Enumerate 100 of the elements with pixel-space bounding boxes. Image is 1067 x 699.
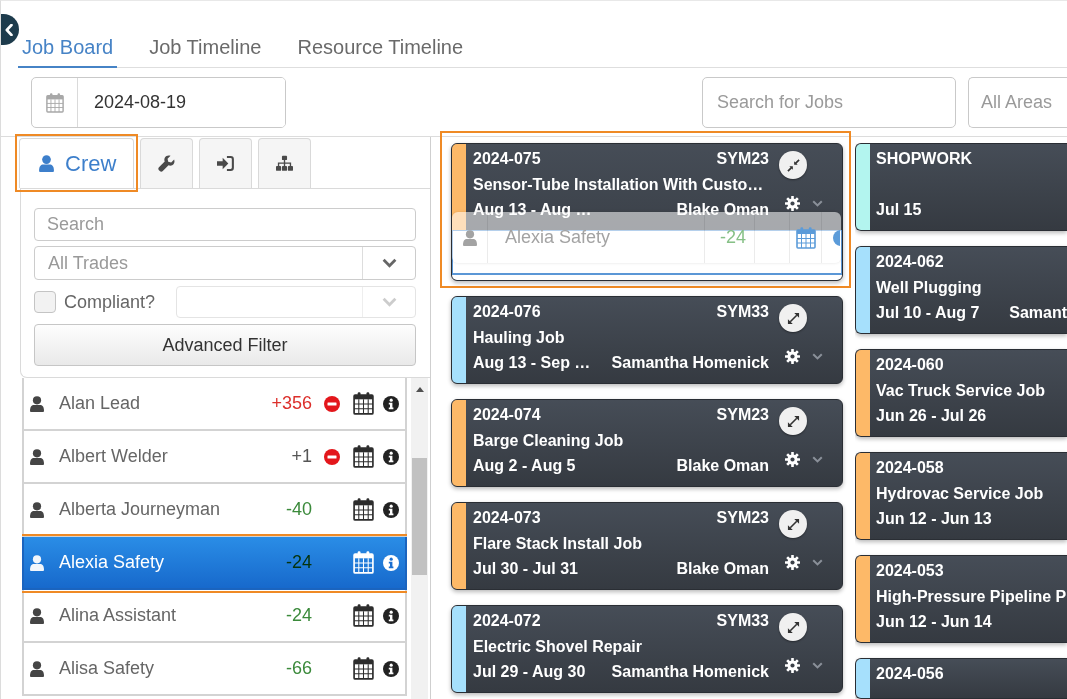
chevron-down-icon[interactable]: [812, 353, 823, 360]
job-card[interactable]: 2024-060 Vac Truck Service Job Jun 26 - Jul 26: [855, 349, 1067, 437]
sitemap-icon: [276, 155, 294, 172]
job-dates: Jul 10 - Aug 7: [876, 303, 980, 323]
job-id: 2024-074: [473, 405, 541, 425]
calendar-icon[interactable]: [353, 657, 374, 680]
settings-icon[interactable]: [785, 658, 800, 673]
job-id: 2024-073: [473, 508, 541, 528]
job-card[interactable]: 2024-072 SYM33 Electric Shovel Repair Jul 29 - Aug 30 Samantha Homenick: [451, 605, 843, 693]
job-code: SYM23: [716, 149, 769, 169]
job-title: Hauling Job: [473, 327, 565, 348]
chevron-down-icon[interactable]: [812, 559, 823, 566]
person-icon: [30, 660, 44, 677]
calendar-icon[interactable]: [353, 604, 374, 627]
job-id: 2024-058: [876, 458, 944, 478]
job-assignee: Samant: [1009, 303, 1067, 323]
job-assignee: Blake Oman: [676, 456, 769, 476]
crew-row[interactable]: Alina Assistant -24: [22, 590, 407, 643]
settings-icon[interactable]: [785, 555, 800, 570]
crew-row[interactable]: Alisa Safety -66: [22, 643, 407, 696]
tab[interactable]: Job Timeline: [145, 29, 266, 68]
person-icon: [30, 554, 44, 571]
tab[interactable]: Resource Timeline: [293, 29, 468, 68]
expand-button[interactable]: [779, 613, 807, 641]
info-icon[interactable]: [383, 448, 399, 465]
diagonal-arrows-icon: [786, 620, 800, 634]
calendar-icon[interactable]: [353, 498, 374, 521]
settings-icon[interactable]: [785, 349, 800, 364]
job-card[interactable]: 2024-062 Well Plugging Jul 10 - Aug 7 Samant: [855, 246, 1067, 334]
chevron-down-icon[interactable]: [812, 662, 823, 669]
panel-tab[interactable]: [258, 138, 312, 188]
panel-tab[interactable]: [140, 138, 194, 188]
job-code: SYM33: [716, 302, 769, 322]
job-card[interactable]: 2024-076 SYM33 Hauling Job Aug 13 - Sep … Samantha Homenick: [451, 296, 843, 384]
info-icon[interactable]: [383, 395, 399, 412]
back-button[interactable]: [1, 14, 19, 45]
job-card[interactable]: 2024-058 Hydrovac Service Job Jun 12 - Jun 13: [855, 452, 1067, 540]
job-id: 2024-053: [876, 561, 944, 581]
crew-name: Alina Assistant: [59, 604, 178, 627]
job-assignee: Samantha Homenick: [611, 353, 769, 373]
job-card[interactable]: SHOPWORK Jul 15: [855, 143, 1067, 231]
crew-row[interactable]: Alan Lead +356: [22, 378, 407, 431]
job-dates: Aug 2 - Aug 5: [473, 456, 576, 476]
chevron-down-icon: [381, 258, 397, 268]
expand-button[interactable]: [779, 407, 807, 435]
crew-search-field[interactable]: Search: [34, 208, 416, 241]
chevron-left-icon: [4, 23, 13, 36]
diagonal-arrows-icon: [786, 517, 800, 531]
job-card[interactable]: 2024-053 High-Pressure Pipeline P Jun 12 - Jun 14: [855, 555, 1067, 643]
calendar-icon[interactable]: [353, 392, 374, 415]
collapse-button[interactable]: [779, 151, 807, 179]
job-id: 2024-056: [876, 664, 944, 684]
calendar-icon[interactable]: [353, 445, 374, 468]
chevron-down-icon[interactable]: [812, 200, 823, 207]
person-icon: [30, 501, 44, 518]
hours-value: +1: [291, 445, 312, 468]
panel-tab[interactable]: [199, 138, 253, 188]
info-icon[interactable]: [383, 501, 399, 518]
diagonal-arrows-icon: [786, 311, 800, 325]
settings-icon[interactable]: [785, 196, 800, 211]
chevron-down-icon[interactable]: [812, 456, 823, 463]
crew-name: Alberta Journeyman: [59, 498, 222, 521]
job-code: SYM23: [716, 405, 769, 425]
crew-name: Alexia Safety: [59, 551, 166, 574]
job-title: High-Pressure Pipeline P: [876, 586, 1067, 607]
hours-value: +356: [271, 392, 312, 415]
job-card[interactable]: 2024-073 SYM23 Flare Stack Install Job Jul 30 - Jul 31 Blake Oman: [451, 502, 843, 590]
expand-button[interactable]: [779, 510, 807, 538]
job-code: SYM33: [716, 611, 769, 631]
checkbox-label: Compliant?: [64, 290, 156, 314]
job-title: Well Plugging: [876, 277, 982, 298]
calendar-icon: [45, 92, 64, 113]
job-dates: Jul 29 - Aug 30: [473, 662, 586, 682]
job-card[interactable]: 2024-074 SYM23 Barge Cleaning Job Aug 2 - Aug 5 Blake Oman: [451, 399, 843, 487]
info-icon[interactable]: [383, 607, 399, 624]
job-search-field[interactable]: Search for Jobs: [702, 77, 956, 128]
compliant-checkbox[interactable]: [34, 291, 56, 313]
hours-value: -24: [286, 604, 312, 627]
crew-name: Alisa Safety: [59, 657, 156, 680]
crew-row[interactable]: Alberta Journeyman -40: [22, 484, 407, 537]
info-icon[interactable]: [383, 660, 399, 677]
scrollbar[interactable]: [411, 378, 428, 699]
job-card[interactable]: 2024-056: [855, 658, 1067, 699]
caret-up-icon[interactable]: [415, 387, 424, 392]
job-id: SHOPWORK: [876, 149, 972, 169]
expand-button[interactable]: [779, 304, 807, 332]
sign-in-icon: [217, 155, 235, 172]
person-icon: [462, 229, 477, 246]
date-field[interactable]: 2024-08-19: [31, 77, 286, 128]
tab[interactable]: Job Board: [18, 29, 118, 68]
crew-row[interactable]: Albert Welder +1: [22, 431, 407, 484]
inward-arrows-icon: [786, 158, 800, 172]
job-assignee: Samantha Homenick: [611, 662, 769, 682]
settings-icon[interactable]: [785, 452, 800, 467]
job-dates: Jul 30 - Jul 31: [473, 559, 578, 579]
advanced-filter-button[interactable]: Advanced Filter: [34, 324, 416, 366]
job-title: Flare Stack Install Job: [473, 533, 642, 554]
diagonal-arrows-icon: [786, 414, 800, 428]
scrollbar-thumb[interactable]: [412, 458, 427, 575]
panel-tab[interactable]: Crew: [19, 138, 135, 188]
